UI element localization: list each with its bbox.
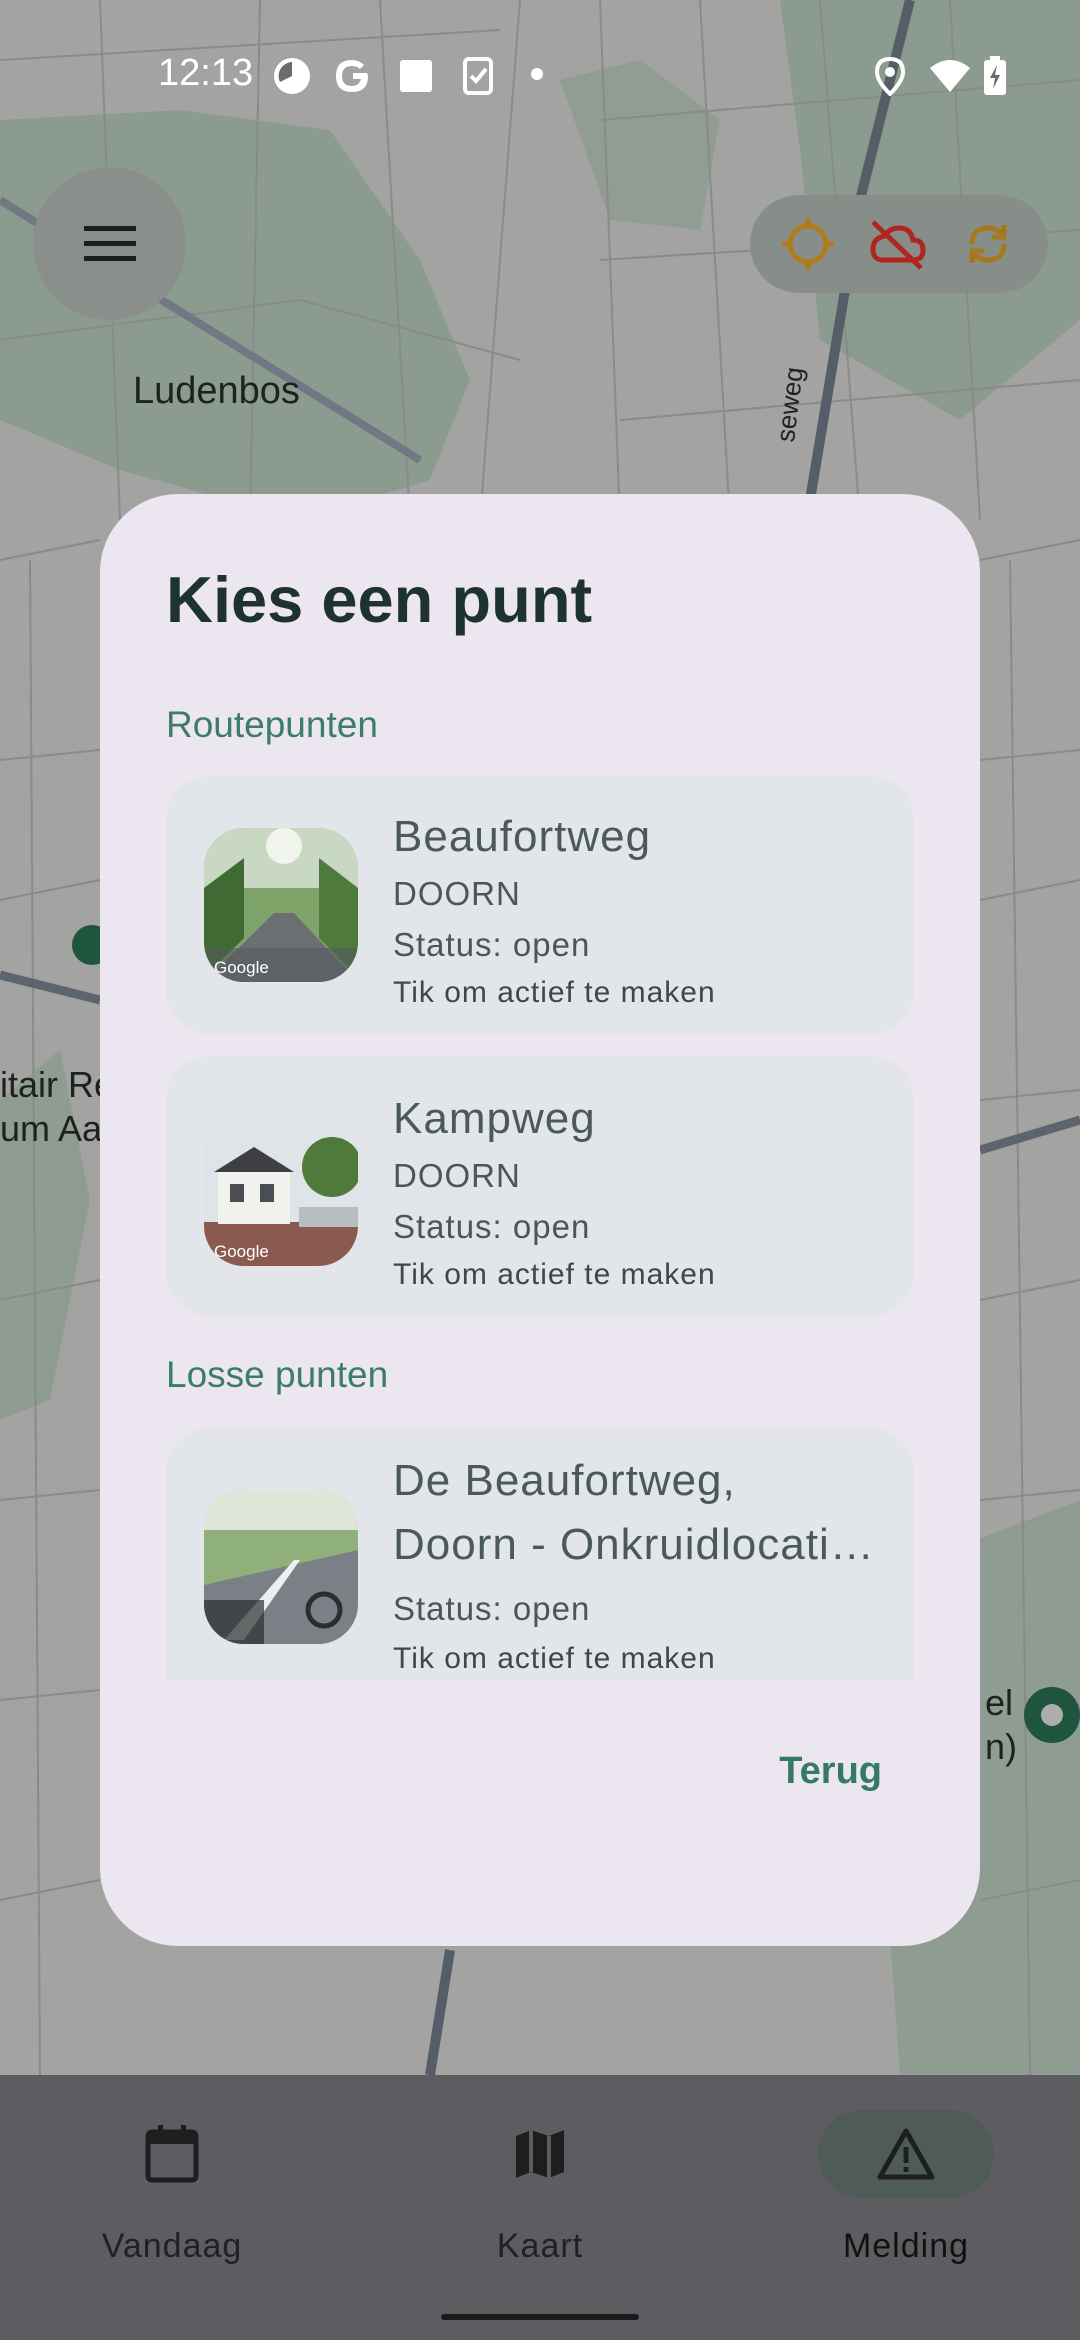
street-view-thumbnail: Google [204,1112,358,1266]
bottom-navigation: Vandaag Kaart Melding [0,2075,1080,2340]
nav-item-kaart[interactable]: Kaart [390,2075,690,2295]
point-hint: Tik om actief te maken [393,1258,716,1291]
point-card-kampweg[interactable]: Google Kampweg DOORN Status: open Tik om… [166,1056,914,1316]
point-title-line1: De Beaufortweg, [393,1456,736,1505]
location-icon [874,56,906,96]
points-list[interactable]: Google Beaufortweg DOORN Status: open Ti… [166,776,914,1680]
google-icon [336,60,368,92]
map-place-label: Ludenbos [133,370,300,412]
street-view-thumbnail: Google [204,828,358,982]
point-card-de-beaufortweg[interactable]: De Beaufortweg, Doorn - Onkruidlocati… S… [166,1428,914,1680]
map-edge-label: el [985,1682,1014,1723]
warning-icon [877,2128,935,2180]
point-title: Beaufortweg [393,812,652,861]
calendar-icon [145,2125,199,2183]
map-edge-label: um Aa [0,1108,103,1149]
menu-button[interactable] [33,167,186,320]
map-edge-label: itair Re [0,1064,115,1105]
section-label-routepunten: Routepunten [166,704,378,745]
point-status: Status: open [393,926,591,963]
point-place: DOORN [393,875,521,912]
choose-point-dialog: Kies een punt Routepunten Google Beaufor… [100,494,980,1946]
status-bar: 12:13 [0,0,1080,150]
nav-icon-container-selected [818,2110,994,2198]
sync-icon[interactable] [960,216,1016,272]
map-edge-label: n) [985,1726,1018,1767]
point-card-beaufortweg[interactable]: Google Beaufortweg DOORN Status: open Ti… [166,776,914,1034]
point-status: Status: open [393,1208,591,1245]
data-saver-icon [274,58,310,94]
wifi-icon [930,60,970,92]
point-title: Kampweg [393,1094,596,1143]
section-label-losse-punten: Losse punten [166,1354,389,1395]
nav-item-vandaag[interactable]: Vandaag [22,2075,322,2295]
hamburger-menu-icon [83,225,136,261]
back-button[interactable]: Terug [779,1750,882,1793]
square-notification-icon [400,60,432,92]
crosshair-icon[interactable] [780,216,836,272]
street-view-thumbnail [204,1490,358,1644]
google-watermark: Google [214,958,269,977]
nav-label: Melding [842,2227,970,2265]
map-icon [516,2130,564,2178]
point-hint: Tik om actief te maken [393,976,716,1009]
point-status: Status: open [393,1590,591,1627]
nav-item-melding[interactable]: Melding [756,2075,1056,2295]
battery-charging-icon [984,56,1006,95]
status-time: 12:13 [158,52,254,94]
point-place: DOORN [393,1157,521,1194]
nav-icon-container [452,2110,628,2198]
google-watermark: Google [214,1242,269,1261]
dot-icon [531,68,543,80]
nav-label: Vandaag [101,2227,243,2265]
cloud-off-icon[interactable] [867,216,927,272]
point-title-line2: Doorn - Onkruidlocati… [393,1520,875,1569]
nav-label: Kaart [496,2227,584,2265]
map-controls [750,195,1048,293]
home-indicator[interactable] [441,2314,639,2320]
clipboard-check-icon [463,57,493,95]
nav-icon-container [84,2110,260,2198]
dialog-title: Kies een punt [166,563,593,636]
point-hint: Tik om actief te maken [393,1642,716,1675]
